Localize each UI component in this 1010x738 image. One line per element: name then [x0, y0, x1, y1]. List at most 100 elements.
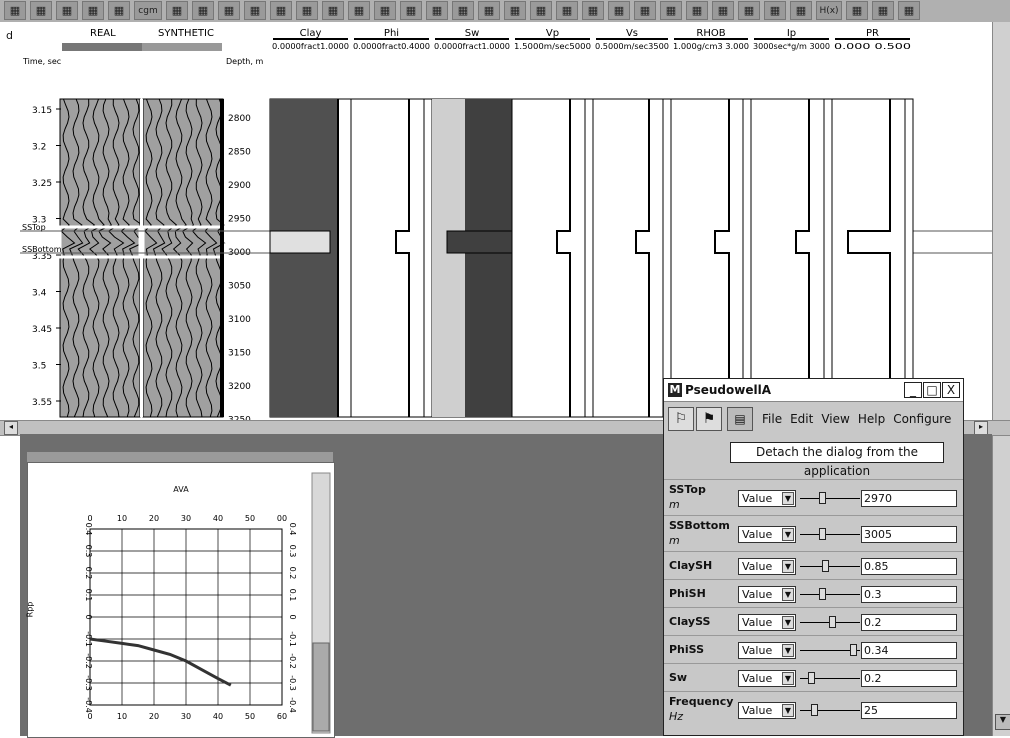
param-mode-select[interactable]: Value ▼	[738, 613, 796, 631]
chevron-down-icon[interactable]: ▼	[782, 703, 794, 717]
close-button[interactable]: X	[942, 382, 960, 398]
param-slider[interactable]	[800, 642, 860, 659]
slider-thumb[interactable]	[829, 615, 836, 628]
minimize-button[interactable]: _	[904, 382, 922, 398]
grid-icon[interactable]: ▦	[166, 1, 188, 20]
ava-ylabel: Rpp	[25, 601, 35, 618]
pointer-icon[interactable]: ▦	[582, 1, 604, 20]
param-value-field[interactable]: 2970	[861, 489, 957, 507]
grid3-icon[interactable]: ▦	[218, 1, 240, 20]
param-value-field[interactable]: 0.34	[861, 641, 957, 659]
chart-icon[interactable]: ▦	[82, 1, 104, 20]
param-mode-select[interactable]: Value ▼	[738, 641, 796, 659]
menu-edit[interactable]: Edit	[790, 412, 813, 426]
map-icon[interactable]: ▦	[322, 1, 344, 20]
chevron-down-icon[interactable]: ▼	[782, 615, 794, 629]
chart2-icon[interactable]: ▦	[556, 1, 578, 20]
axis-icon[interactable]: ▦	[608, 1, 630, 20]
chevron-down-icon[interactable]: ▼	[782, 643, 794, 657]
chevron-down-icon[interactable]: ▼	[782, 491, 794, 505]
log-range: 0.0000fract1.0000	[272, 42, 349, 51]
cursor-icon[interactable]: ▦	[738, 1, 760, 20]
slider-thumb[interactable]	[822, 559, 829, 572]
graph-icon[interactable]: ▦	[4, 1, 26, 20]
scroll-down-icon[interactable]: ▼	[995, 714, 1010, 730]
detach-icon[interactable]: ▤	[727, 407, 753, 431]
synthetic-label: SYNTHETIC	[158, 28, 214, 39]
chevron-down-icon[interactable]: ▼	[782, 587, 794, 601]
grid2-icon[interactable]: ▦	[192, 1, 214, 20]
pen-icon[interactable]: ▦	[764, 1, 786, 20]
param-value-field[interactable]: 0.3	[861, 585, 957, 603]
dialog-titlebar[interactable]: M PseudowellA _ □ X	[664, 379, 963, 402]
vertical-scrollbar[interactable]: ▼	[992, 22, 1010, 736]
param-slider[interactable]	[800, 490, 860, 507]
book-icon[interactable]: ▦	[30, 1, 52, 20]
param-value-field[interactable]: 0.85	[861, 557, 957, 575]
chevron-down-icon[interactable]: ▼	[782, 671, 794, 685]
menu-file[interactable]: File	[762, 412, 782, 426]
param-slider[interactable]	[800, 614, 860, 631]
list-icon[interactable]: ▦	[244, 1, 266, 20]
scroll-left-icon[interactable]: ◂	[4, 421, 18, 435]
zoom-icon[interactable]: ▦	[686, 1, 708, 20]
slider-thumb[interactable]	[819, 587, 826, 600]
menu-configure[interactable]: Configure	[893, 412, 951, 426]
person-icon[interactable]: ▦	[56, 1, 78, 20]
param-slider[interactable]	[800, 586, 860, 603]
zoom-in-icon[interactable]: ▦	[634, 1, 656, 20]
param-value-field[interactable]: 0.2	[861, 613, 957, 631]
measure-icon[interactable]: ▦	[790, 1, 812, 20]
log-track-rhob: RHOB 1.000g/cm3 3.000	[670, 28, 752, 418]
zoom-fit-icon[interactable]: ▦	[712, 1, 734, 20]
hx-icon[interactable]: H(x)	[816, 1, 842, 20]
chevron-down-icon[interactable]: ▼	[782, 559, 794, 573]
db-icon[interactable]: ▦	[846, 1, 868, 20]
lasso-icon[interactable]: ▦	[374, 1, 396, 20]
zoom-out-icon[interactable]: ▦	[660, 1, 682, 20]
log-track-pr: PR 0.000 0.500	[831, 28, 914, 418]
slider-thumb[interactable]	[819, 527, 826, 540]
slider-thumb[interactable]	[808, 671, 815, 684]
menu-help[interactable]: Help	[858, 412, 885, 426]
slider-thumb[interactable]	[819, 491, 826, 504]
menu-view[interactable]: View	[821, 412, 849, 426]
param-value-field[interactable]: 3005	[861, 525, 957, 543]
param-mode-select[interactable]: Value ▼	[738, 701, 796, 719]
param-mode-select[interactable]: Value ▼	[738, 585, 796, 603]
panel-icon[interactable]: ▦	[270, 1, 292, 20]
param-mode-select[interactable]: Value ▼	[738, 669, 796, 687]
param-mode-select[interactable]: Value ▼	[738, 489, 796, 507]
panel2-icon[interactable]: ▦	[530, 1, 552, 20]
table-icon[interactable]: ▦	[504, 1, 526, 20]
run-icon[interactable]: ⚐	[668, 407, 694, 431]
scroll-right-icon[interactable]: ▸	[974, 421, 988, 435]
tool-icon[interactable]: ▦	[426, 1, 448, 20]
ava-scroll-thumb[interactable]	[312, 642, 330, 732]
brush-icon[interactable]: ▦	[478, 1, 500, 20]
log-name: Ip	[787, 28, 796, 39]
param-slider[interactable]	[800, 702, 860, 719]
split-icon[interactable]: ▦	[872, 1, 894, 20]
cgm-label[interactable]: cgm	[134, 1, 162, 20]
shape-icon[interactable]: ▦	[400, 1, 422, 20]
disk-icon[interactable]: ▦	[108, 1, 130, 20]
param-value-field[interactable]: 0.2	[861, 669, 957, 687]
select-icon[interactable]: ▦	[348, 1, 370, 20]
param-slider[interactable]	[800, 526, 860, 543]
param-name: ClaySS	[669, 615, 711, 628]
param-slider[interactable]	[800, 558, 860, 575]
cross-icon[interactable]: ▦	[452, 1, 474, 20]
panel-divider	[140, 99, 143, 417]
slider-thumb[interactable]	[850, 643, 857, 656]
param-mode-select[interactable]: Value ▼	[738, 525, 796, 543]
arrange-icon[interactable]: ▦	[898, 1, 920, 20]
param-mode-select[interactable]: Value ▼	[738, 557, 796, 575]
walk-icon[interactable]: ⚑	[696, 407, 722, 431]
param-slider[interactable]	[800, 670, 860, 687]
chevron-down-icon[interactable]: ▼	[782, 527, 794, 541]
block-icon[interactable]: ▦	[296, 1, 318, 20]
maximize-button[interactable]: □	[923, 382, 941, 398]
param-value-field[interactable]: 25	[861, 701, 957, 719]
slider-thumb[interactable]	[811, 703, 818, 716]
